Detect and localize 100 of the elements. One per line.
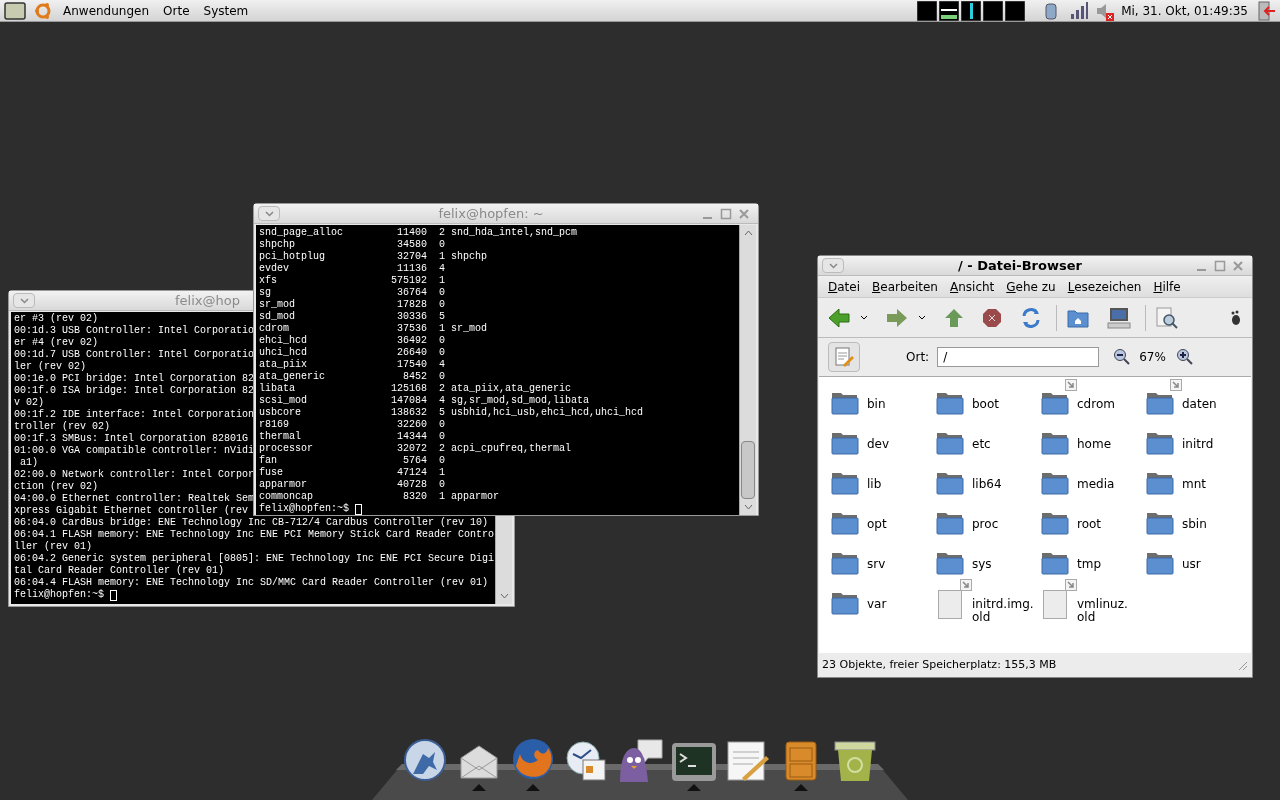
terminal-line: 00:1f.0 ISA bridge: Intel Corporation 82 [14,385,255,397]
file-name[interactable]: sys [972,558,992,571]
panel-menu[interactable]: Anwendungen [60,1,153,20]
terminal-line: evdev 11136 4 [259,263,446,275]
forward-arrow-icon[interactable] [886,307,908,328]
scroll-thumb[interactable] [741,441,755,499]
terminal-line: er #4 (rev 02) [14,337,98,349]
scrollbar[interactable] [739,225,756,515]
panel-menu[interactable]: System [200,1,252,20]
menu-item[interactable]: Lesezeichen [1067,277,1142,296]
monitor-graph-icon[interactable] [1005,0,1026,21]
wolf-icon[interactable] [403,738,447,782]
terminal-line: ehci_hcd 36492 0 [259,335,446,347]
trash-icon[interactable] [833,740,877,782]
terminal-line: commoncap 8320 1 apparmor [259,491,500,503]
location-label: Ort: [906,349,930,366]
signal-bars-icon[interactable] [1069,0,1090,21]
panel-menu[interactable]: Orte [160,1,193,20]
text-cursor [110,589,117,601]
notepad-icon[interactable] [725,740,770,782]
terminal-line: thermal 14344 0 [259,431,446,443]
terminal-line: ler (rev 02) [14,361,86,373]
file-name[interactable]: home [1077,438,1112,451]
monitor-graph-icon[interactable] [983,0,1004,21]
file-icon [938,590,962,619]
scrollbar[interactable] [495,518,512,604]
file-name[interactable]: sbin [1182,518,1207,531]
terminal-line: xpress Gigabit Ethernet controller (rev [14,505,249,517]
edit-location-button[interactable] [828,342,860,372]
desktop-icon[interactable] [4,1,26,20]
zoom-out-icon[interactable] [1113,348,1132,366]
logout-icon[interactable] [1258,0,1276,21]
monitor-graph-icon[interactable] [961,0,982,21]
terminal-icon[interactable] [670,742,717,782]
file-name[interactable]: opt [867,518,887,531]
terminal-line: 00:1d.3 USB Controller: Intel Corporatio [14,325,255,337]
file-name[interactable]: lib64 [972,478,1002,491]
file-name[interactable]: vmlinuz. old [1077,598,1128,624]
file-name[interactable]: daten [1182,398,1217,411]
back-arrow-icon[interactable] [828,307,850,328]
monitor-graph-icon[interactable] [917,0,938,21]
terminal-line: ller (rev 01) [14,541,92,553]
maximize-icon[interactable] [720,207,732,220]
menu-item[interactable]: Bearbeiten [872,277,938,296]
file-name[interactable]: usr [1182,558,1201,571]
computer-icon[interactable] [1107,306,1131,329]
file-cabinet-icon[interactable] [784,740,819,782]
file-name[interactable]: cdrom [1077,398,1115,411]
window-menu-button[interactable] [13,293,35,308]
close-icon[interactable] [1232,259,1244,272]
footprint-icon[interactable] [1230,309,1242,326]
clock[interactable]: Mi, 31. Okt, 01:49:35 [1121,1,1248,20]
maximize-icon[interactable] [1214,259,1226,272]
file-name[interactable]: initrd [1182,438,1214,451]
reload-icon[interactable] [1020,306,1042,329]
file-name[interactable]: srv [867,558,886,571]
terminal-line: usbcore 138632 5 usbhid,hci_usb,ehci_hcd,uhci_hcd [259,407,644,419]
file-name[interactable]: boot [972,398,999,411]
window-title: felix@hop [175,291,240,310]
terminal-line: sd_mod 30336 5 [259,311,446,323]
file-name[interactable]: proc [972,518,999,531]
zoom-in-icon[interactable] [1175,348,1194,366]
window-menu-button[interactable] [822,258,844,273]
file-name[interactable]: lib [867,478,882,491]
close-icon[interactable] [738,207,750,220]
search-icon[interactable] [1156,306,1178,329]
terminal-line: 06:04.1 FLASH memory: ENE Technology Inc ENE PCI Memory Stick Card Reader Contro [14,529,495,541]
monitor-graph-icon[interactable] [939,0,960,21]
terminal-line: 00:1d.7 USB Controller: Intel Corporatio [14,349,255,361]
notepad-icon [834,347,854,367]
caret-icon[interactable] [860,314,868,321]
file-name[interactable]: etc [972,438,991,451]
file-name[interactable]: root [1077,518,1102,531]
stop-icon[interactable] [982,307,1002,328]
file-name[interactable]: initrd.img. old [972,598,1034,624]
file-name[interactable]: mnt [1182,478,1206,491]
file-name[interactable]: var [867,598,887,611]
terminal-line: 00:1f.3 SMBus: Intel Corporation 82801G [14,433,249,445]
file-name[interactable]: dev [867,438,890,451]
home-folder-icon[interactable] [1067,307,1089,328]
logo-icon[interactable] [34,1,52,20]
terminal-line: ction (rev 02) [14,481,98,493]
menu-item[interactable]: Gehe zu [1006,277,1056,296]
terminal-line: cdrom 37536 1 sr_mod [259,323,488,335]
window-menu-button[interactable] [258,206,280,221]
up-arrow-icon[interactable] [944,307,964,328]
terminal-line: snd_page_alloc 11400 2 snd_hda_intel,snd_pcm [259,227,578,239]
menu-item[interactable]: Hilfe [1153,277,1181,296]
caret-icon[interactable] [918,314,926,321]
terminal-line: 00:1e.0 PCI bridge: Intel Corporation 82 [14,373,255,385]
resize-grip-icon[interactable] [1236,659,1248,671]
file-name[interactable]: media [1077,478,1115,491]
file-icon [1043,590,1067,619]
file-name[interactable]: bin [867,398,886,411]
menu-item[interactable]: Ansicht [949,277,995,296]
location-field[interactable]: / [937,347,1100,367]
file-name[interactable]: tmp [1077,558,1101,571]
terminal-line: 06:04.4 FLASH memory: ENE Technology Inc SD/MMC Card Reader Controller (rev 01) [14,577,489,589]
calendar-icon[interactable] [565,740,608,782]
menu-item[interactable]: Datei [828,277,861,296]
